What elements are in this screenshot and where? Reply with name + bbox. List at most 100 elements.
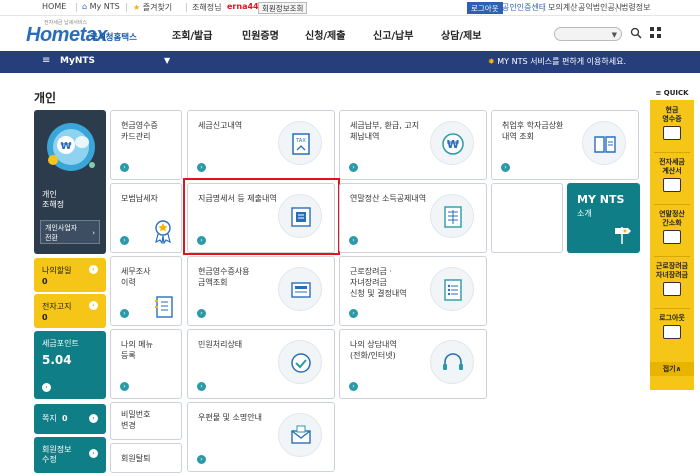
go-icon: › <box>120 163 129 172</box>
e-notice-count: 0 <box>42 313 48 322</box>
member-edit-label: 회원정보 수정 <box>42 445 72 464</box>
mynts-bar: ≡ MyNTS ▼ ✸ MY NTS 서비스를 편하게 이용하세요. <box>0 51 700 73</box>
all-menu-icon[interactable] <box>650 27 662 39</box>
card-cash-receipt-card[interactable]: 현금영수증 카드관리 › <box>110 110 182 180</box>
card-cash-receipt-amount[interactable]: 현금영수증사용 금액조회 › <box>187 256 335 326</box>
hometax-logo[interactable]: 전자세금 납세서비스 Hometax 국세청홈택스 <box>26 19 146 49</box>
todo-card[interactable]: 나의할일 0 › <box>34 258 106 292</box>
gnb-menu-consult[interactable]: 상담/제보 <box>441 27 481 42</box>
tax-points-label: 세금포인트 <box>42 339 79 348</box>
quick-header-label: QUICK <box>663 89 689 97</box>
favorites-link[interactable]: ★ 즐겨찾기 <box>133 2 172 13</box>
lock-icon <box>663 325 681 339</box>
page-title: 개인 <box>34 91 57 105</box>
hamburger-icon[interactable]: ≡ <box>42 55 50 66</box>
headset-icon <box>430 340 474 384</box>
card-year-end-deduction[interactable]: 연말정산 소득공제내역 › <box>339 183 487 253</box>
receipt-icon <box>663 126 681 140</box>
divider <box>654 204 690 205</box>
quick-menu: ≡ QUICK 현금 영수증 전자세금 계산서 연말정산 간소화 근로장려금 자… <box>650 86 694 390</box>
quick-year-end[interactable]: 연말정산 간소화 <box>652 210 692 244</box>
logout-button[interactable]: 로그아웃 <box>467 2 503 14</box>
mynts-intro-card[interactable]: MY NTS 소개 <box>567 183 640 253</box>
go-icon: › <box>89 414 98 423</box>
card-withdraw[interactable]: 회원탈퇴 <box>110 443 182 473</box>
card-civil-status[interactable]: 민원처리상태 › <box>187 329 335 399</box>
go-icon: › <box>197 309 206 318</box>
card-password-change[interactable]: 비밀번호 변경 <box>110 402 182 440</box>
tax-points-card[interactable]: 세금포인트 5.04 › <box>34 331 106 399</box>
go-icon: › <box>197 163 206 172</box>
quick-logout[interactable]: 로그아웃 <box>652 314 692 339</box>
card-tax-audit[interactable]: 세무조사 이력 › <box>110 256 182 326</box>
card-earned-income-credit[interactable]: 근로장려금 · 자녀장려금 신청 및 결정내역 › <box>339 256 487 326</box>
tax-points-value: 5.04 <box>42 353 72 367</box>
quick-cash-receipt[interactable]: 현금 영수증 <box>652 106 692 140</box>
switch-business-label: 개인사업자 전환 <box>45 224 78 242</box>
e-notice-card[interactable]: 전자고지 0 › <box>34 294 106 328</box>
quick-e-invoice[interactable]: 전자세금 계산서 <box>652 158 692 192</box>
quick-close-button[interactable]: 접기∧ <box>650 362 694 376</box>
member-edit-card[interactable]: 회원정보 수정 › <box>34 437 106 473</box>
home-link[interactable]: HOME <box>42 2 66 11</box>
card-payment-refund[interactable]: 세금납부, 환급, 고지 체납내역 › ₩ <box>339 110 487 180</box>
chevron-down-icon[interactable]: ▼ <box>164 56 170 65</box>
card-mail-notice[interactable]: 우편물 및 소명안내 › <box>187 402 335 472</box>
todo-label: 나의할일 <box>42 266 72 275</box>
search-icon[interactable] <box>630 27 642 39</box>
highlight-box <box>183 178 340 255</box>
quick-label: 로그아웃 <box>659 314 685 322</box>
card-label: 민원처리상태 <box>198 340 243 349</box>
quick-label: 근로장려금 자녀장려금 <box>655 262 689 279</box>
go-icon: › <box>349 382 358 391</box>
binder-icon <box>155 296 173 318</box>
mynts-bar-title[interactable]: MyNTS <box>60 56 95 66</box>
card-empty <box>491 183 563 253</box>
card-label: 연말정산 소득공제내역 <box>350 194 427 203</box>
gnb-menu-apply[interactable]: 신청/제출 <box>305 27 345 42</box>
search-input[interactable]: ▼ <box>554 27 622 41</box>
gnb-menu-inquiry[interactable]: 조회/발급 <box>172 27 212 42</box>
switch-business-button[interactable]: 개인사업자 전환 › <box>40 220 100 244</box>
signpost-icon <box>615 227 631 244</box>
cert-center-link[interactable]: 공인인증센터 <box>502 2 546 13</box>
card-label: 우편물 및 소명안내 <box>198 413 262 422</box>
card-model-taxpayer[interactable]: 모범납세자 › <box>110 183 182 253</box>
note-card[interactable]: 쪽지 0 › <box>34 404 106 434</box>
gnb-menu-certificate[interactable]: 민원증명 <box>242 27 279 42</box>
law-info-link[interactable]: 법령정보 <box>621 2 650 13</box>
mynts-link[interactable]: ⌂ My NTS <box>82 2 120 11</box>
divider <box>76 3 77 12</box>
member-info-button[interactable]: 회원정보조회 <box>258 2 308 14</box>
card-tax-return-history[interactable]: 세금신고내역 › TAX <box>187 110 335 180</box>
chevron-down-icon: ▼ <box>611 31 617 39</box>
e-notice-label: 전자고지 <box>42 302 72 311</box>
utility-bar: HOME ⌂ My NTS ★ 즐겨찾기 조해정님 erna44 회원정보조회 … <box>0 0 700 16</box>
card-label: 모범납세자 <box>121 194 158 203</box>
divider <box>573 3 574 12</box>
note-count: 0 <box>62 414 68 423</box>
divider <box>543 3 544 12</box>
invoice-icon <box>663 178 681 192</box>
quick-incentive[interactable]: 근로장려금 자녀장려금 <box>652 262 692 296</box>
quick-label: 연말정산 간소화 <box>659 210 685 227</box>
document-icon <box>663 230 681 244</box>
divider <box>186 3 187 12</box>
card-consult-history[interactable]: 나의 상담내역 (전화/인터넷) › <box>339 329 487 399</box>
go-icon: › <box>120 382 129 391</box>
note-label: 쪽지 <box>42 414 57 423</box>
spreadsheet-icon <box>430 194 474 238</box>
mynts-message-text: MY NTS 서비스를 편하게 이용하세요. <box>497 57 627 66</box>
svg-text:TAX: TAX <box>295 138 306 144</box>
divider <box>654 308 690 309</box>
card-my-menu[interactable]: 나의 메뉴 등록 › <box>110 329 182 399</box>
profile-illustration: ₩ <box>47 123 95 171</box>
go-icon: › <box>120 236 129 245</box>
gnb-menu-report[interactable]: 신고/납부 <box>373 27 413 42</box>
mynts-intro-title: MY NTS <box>577 193 625 206</box>
card-student-loan[interactable]: 취업후 학자금상환 내역 조회 › <box>491 110 639 180</box>
card-label: 나의 메뉴 등록 <box>121 340 153 360</box>
profile-card: ₩ 개인 조해정 개인사업자 전환 › <box>34 110 106 254</box>
todo-count: 0 <box>42 277 48 286</box>
won-coin-icon: ₩ <box>430 121 474 165</box>
